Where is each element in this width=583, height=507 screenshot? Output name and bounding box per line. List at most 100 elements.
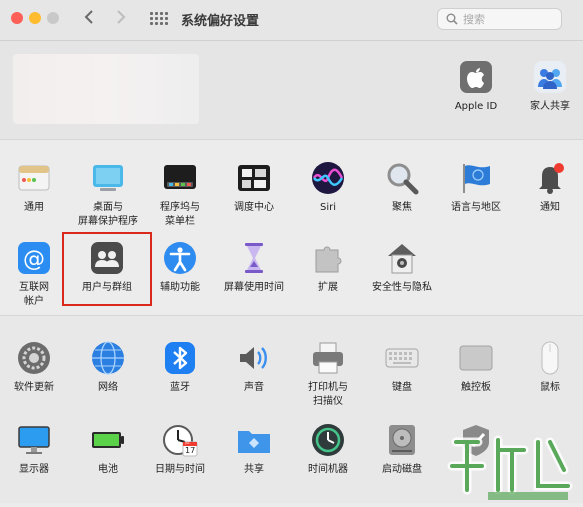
chevron-right-icon [117, 10, 126, 24]
pane-label: 桌面与 屏幕保护程序 [78, 202, 138, 227]
pane-general[interactable]: 通用 [0, 160, 70, 215]
pane-security-privacy[interactable]: 安全性与隐私 [366, 240, 438, 295]
pane-siri[interactable]: Siri [292, 160, 364, 215]
siri-icon [310, 160, 346, 196]
security-privacy-icon [384, 240, 420, 276]
pane-label: 通用 [24, 202, 44, 213]
bluetooth-icon [162, 340, 198, 376]
mouse-icon [532, 340, 568, 376]
pane-label: 电池 [98, 464, 118, 475]
pane-mission-control[interactable]: 调度中心 [218, 160, 290, 215]
network-icon [90, 340, 126, 376]
accessibility-icon [162, 240, 198, 276]
pane-label: 共享 [244, 464, 264, 475]
pane-label: 日期与时间 [155, 464, 205, 475]
pane-displays[interactable]: 显示器 [0, 422, 70, 477]
pane-startup-disk[interactable]: 启动磁盘 [366, 422, 438, 477]
show-all-button[interactable] [150, 12, 168, 26]
pane-label: 蓝牙 [170, 382, 190, 393]
minimize-window-button[interactable] [29, 12, 41, 24]
account-section: Apple ID 家人共享 [0, 41, 583, 140]
pane-keyboard[interactable]: 键盘 [366, 340, 438, 395]
pane-label: 调度中心 [234, 202, 274, 213]
highlight-users-groups [62, 232, 152, 306]
pane-trackpad[interactable]: 触控板 [440, 340, 512, 395]
date-time-icon: JUL 17 [162, 422, 198, 458]
pane-internet-accounts[interactable]: @ 互联网 帐户 [0, 240, 70, 309]
general-icon [16, 160, 52, 196]
zoom-window-button[interactable] [47, 12, 59, 24]
pane-label: 扩展 [318, 282, 338, 293]
trackpad-icon [458, 340, 494, 376]
pane-language-region[interactable]: 语言与地区 [440, 160, 512, 215]
pane-extensions[interactable]: 扩展 [292, 240, 364, 295]
pane-label: 启动磁盘 [382, 464, 422, 475]
apple-id-label: Apple ID [454, 101, 498, 112]
sound-icon [236, 340, 272, 376]
pane-label: Siri [319, 202, 336, 213]
sharing-icon [236, 422, 272, 458]
pane-label: 语言与地区 [451, 202, 501, 213]
pane-sharing[interactable]: 共享 [218, 422, 290, 477]
family-sharing-icon [532, 59, 568, 95]
pane-label: 鼠标 [540, 382, 560, 393]
battery-icon [90, 422, 126, 458]
pane-printers-scanners[interactable]: 打印机与 扫描仪 [292, 340, 364, 409]
pane-label: 屏幕使用时间 [224, 282, 284, 293]
search-icon [446, 13, 458, 25]
pane-date-time[interactable]: JUL 17 日期与时间 [144, 422, 216, 477]
pane-family-sharing[interactable]: 家人共享 [514, 59, 583, 114]
keyboard-icon [384, 340, 420, 376]
calendar-day: 17 [185, 446, 196, 455]
pane-network[interactable]: 网络 [72, 340, 144, 395]
mission-control-icon [236, 160, 272, 196]
pane-label: 软件更新 [14, 382, 54, 393]
pane-label: 时间机器 [308, 464, 348, 475]
pane-desktop-screensaver[interactable]: 桌面与 屏幕保护程序 [72, 160, 144, 229]
pane-label: 通知 [540, 202, 560, 213]
printer-icon [310, 340, 346, 376]
pane-apple-id[interactable]: Apple ID [440, 59, 512, 114]
pane-label: 聚焦 [392, 202, 412, 213]
family-sharing-label: 家人共享 [530, 101, 570, 112]
extensions-icon [310, 240, 346, 276]
pane-time-machine[interactable]: 时间机器 [292, 422, 364, 477]
watermark-logo [438, 420, 583, 503]
pane-label: 声音 [244, 382, 264, 393]
pane-label: 安全性与隐私 [372, 282, 432, 293]
user-profile-blurred[interactable] [13, 54, 199, 124]
pane-mouse[interactable]: 鼠标 [514, 340, 583, 395]
title-bar: 系统偏好设置 [0, 0, 583, 41]
pane-battery[interactable]: 电池 [72, 422, 144, 477]
time-machine-icon [310, 422, 346, 458]
close-window-button[interactable] [11, 12, 23, 24]
startup-disk-icon [384, 422, 420, 458]
pane-notifications[interactable]: 通知 [514, 160, 583, 215]
dock-icon [162, 160, 198, 196]
pane-software-update[interactable]: 软件更新 [0, 340, 70, 395]
pane-spotlight[interactable]: 聚焦 [366, 160, 438, 215]
search-input[interactable] [463, 11, 553, 27]
pane-label: 程序坞与 菜单栏 [160, 202, 200, 227]
desktop-screensaver-icon [90, 160, 126, 196]
pane-label: 显示器 [19, 464, 49, 475]
pane-sound[interactable]: 声音 [218, 340, 290, 395]
back-button[interactable] [84, 8, 94, 28]
pane-label: 网络 [98, 382, 118, 393]
pane-label: 打印机与 扫描仪 [308, 382, 348, 407]
pane-accessibility[interactable]: 辅助功能 [144, 240, 216, 295]
pane-dock[interactable]: 程序坞与 菜单栏 [144, 160, 216, 229]
language-region-icon [458, 160, 494, 196]
screen-time-icon [236, 240, 272, 276]
internet-accounts-icon: @ [16, 240, 52, 276]
svg-text:@: @ [23, 247, 45, 272]
pane-label: 互联网 帐户 [19, 282, 49, 307]
notifications-icon [532, 160, 568, 196]
chevron-left-icon [84, 10, 93, 24]
pane-bluetooth[interactable]: 蓝牙 [144, 340, 216, 395]
pane-label: 键盘 [392, 382, 412, 393]
pane-screen-time[interactable]: 屏幕使用时间 [218, 240, 290, 295]
forward-button[interactable] [116, 8, 126, 28]
search-field[interactable] [437, 8, 562, 30]
software-update-icon [16, 340, 52, 376]
